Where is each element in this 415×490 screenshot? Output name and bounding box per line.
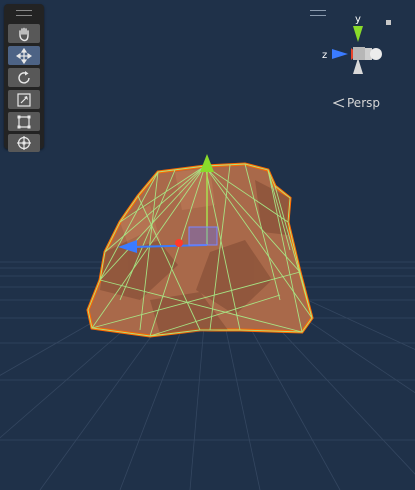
perspective-icon [333,98,345,108]
move-arrows-icon [16,47,32,64]
y-axis-handle[interactable] [200,154,214,172]
projection-toggle[interactable]: Persp [333,96,380,110]
orientation-gizmo[interactable]: y z [318,12,398,92]
scale-tool-button[interactable] [8,90,40,109]
scale-icon [17,92,31,107]
rotate-icon [18,70,30,84]
scene-viewport[interactable]: y z Persp [0,0,415,490]
hand-tool-button[interactable] [8,24,40,43]
projection-label: Persp [347,96,380,110]
gizmo-y-cone[interactable] [353,26,363,42]
move-tool-button[interactable] [8,46,40,65]
yz-plane-handle[interactable] [188,226,218,246]
rock-mesh[interactable] [86,162,314,338]
toolbar-grip[interactable] [16,10,32,16]
transform-tool-button[interactable] [8,134,40,152]
x-axis-handle[interactable] [175,239,183,247]
transform-icon [17,136,31,150]
gizmo-neg-y-cone[interactable] [353,58,363,74]
gizmo-center-cube[interactable] [353,47,365,60]
tools-toolbar [4,4,44,152]
gizmo-lock-icon[interactable] [386,20,391,25]
gizmo-z-label: z [322,50,327,61]
rect-tool-button[interactable] [8,112,40,131]
gizmo-neg-x-cone[interactable] [370,48,382,60]
gizmo-z-cone[interactable] [332,49,348,59]
hand-icon [19,27,29,41]
gizmo-y-label: y [355,14,361,25]
rotate-tool-button[interactable] [8,68,40,87]
rect-transform-icon [17,115,31,128]
